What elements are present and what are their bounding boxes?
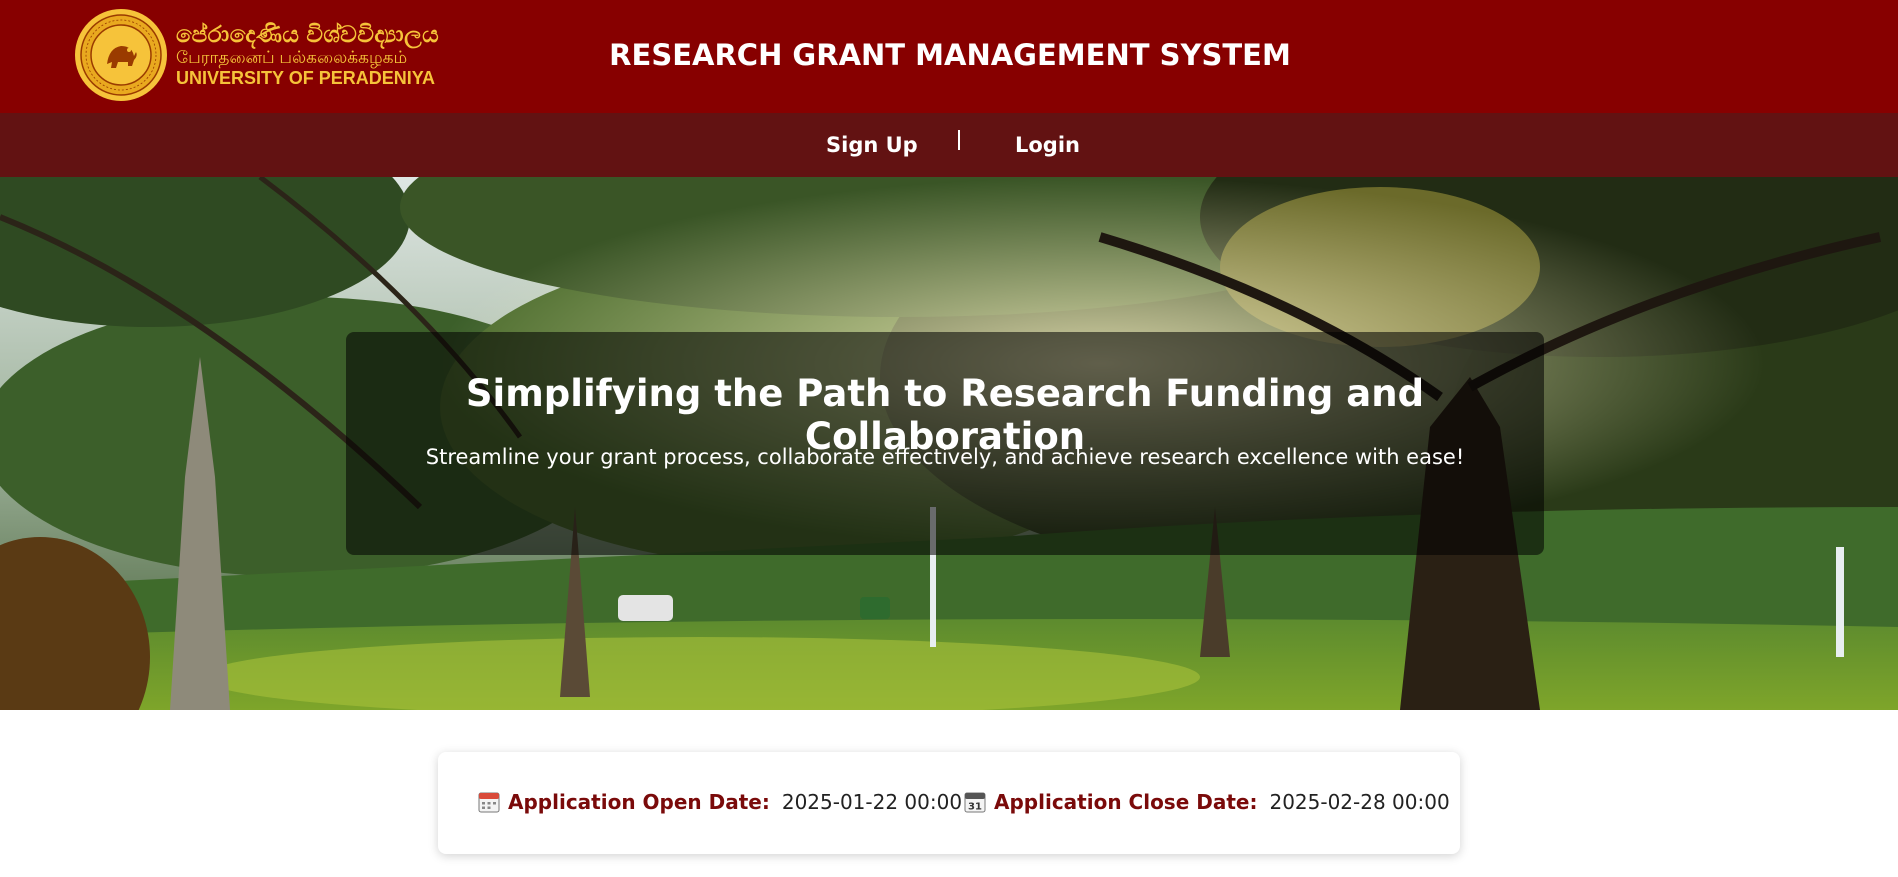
close-date-value: 2025-02-28 00:00	[1269, 790, 1450, 814]
calendar-31-icon: 31	[964, 792, 986, 813]
site-header: පේරාදෙණිය විශ්වවිද්‍යාලය பேராதனைப் பல்கல…	[0, 0, 1898, 113]
hero-subtitle: Streamline your grant process, collabora…	[425, 445, 1465, 469]
nav-divider	[958, 130, 960, 150]
hero-text-panel: Simplifying the Path to Research Funding…	[346, 332, 1544, 555]
nav-bar: Sign Up Login	[0, 113, 1898, 177]
login-link[interactable]: Login	[1015, 133, 1080, 157]
close-date-label: Application Close Date:	[994, 790, 1258, 814]
close-date-item: 31 Application Close Date: 2025-02-28 00…	[964, 790, 1450, 814]
svg-text:31: 31	[968, 802, 982, 813]
open-date-label: Application Open Date:	[508, 790, 770, 814]
open-date-item: Application Open Date: 2025-01-22 00:00	[478, 790, 962, 814]
signup-link[interactable]: Sign Up	[826, 133, 918, 157]
site-title: RESEARCH GRANT MANAGEMENT SYSTEM	[0, 38, 1898, 72]
open-date-value: 2025-01-22 00:00	[781, 790, 963, 814]
hero-banner: Simplifying the Path to Research Funding…	[0, 177, 1898, 710]
calendar-icon	[478, 792, 500, 813]
site-title-text: RESEARCH GRANT MANAGEMENT SYSTEM	[609, 38, 1291, 72]
application-dates-card: Application Open Date: 2025-01-22 00:00 …	[438, 752, 1460, 854]
